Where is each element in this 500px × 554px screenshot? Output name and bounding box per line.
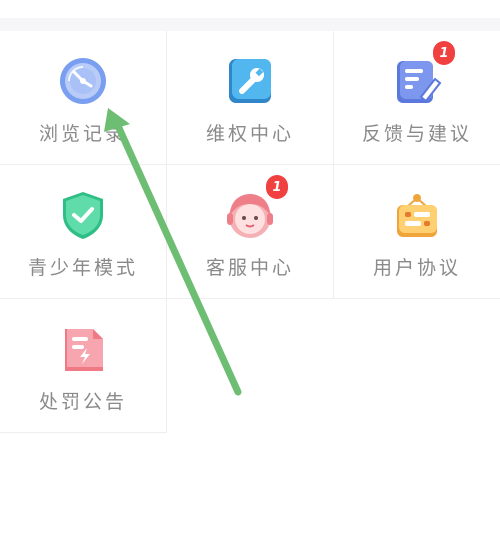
grid-item-label: 用户协议 xyxy=(372,257,461,279)
grid-item-penalty-notice[interactable]: 处罚公告 xyxy=(0,299,167,433)
grid-item-feedback[interactable]: 1 反馈与建议 xyxy=(334,31,500,165)
customer-service-icon: 1 xyxy=(224,175,288,241)
grid-item-browse-history[interactable]: 浏览记录 xyxy=(0,31,167,165)
grid-item-label: 浏览记录 xyxy=(38,123,127,145)
penalty-notice-icon xyxy=(57,323,109,375)
grid-row: 青少年模式 1 客服中心 用户协议 xyxy=(0,165,500,299)
grid-item-label: 反馈与建议 xyxy=(361,123,472,145)
agreement-sign-icon xyxy=(391,189,443,241)
grid-row: 处罚公告 xyxy=(0,299,500,433)
notification-badge: 1 xyxy=(266,175,288,199)
service-grid: 浏览记录 维权中心 1 反馈与建议 青少年模式 1 客服中心 用户协议 处罚公告 xyxy=(0,31,500,433)
grid-empty-cell xyxy=(167,299,334,433)
grid-item-label: 客服中心 xyxy=(205,257,294,279)
feedback-edit-icon: 1 xyxy=(391,41,455,107)
grid-item-label: 维权中心 xyxy=(205,123,294,145)
grid-item-rights-center[interactable]: 维权中心 xyxy=(167,31,334,165)
shield-check-icon xyxy=(57,189,109,241)
wrench-icon xyxy=(224,55,276,107)
grid-item-user-agreement[interactable]: 用户协议 xyxy=(334,165,500,299)
grid-item-label: 青少年模式 xyxy=(27,257,138,279)
history-clock-icon xyxy=(57,55,109,107)
grid-empty-cell xyxy=(334,299,500,433)
grid-row: 浏览记录 维权中心 1 反馈与建议 xyxy=(0,31,500,165)
notification-badge: 1 xyxy=(433,41,455,65)
grid-item-label: 处罚公告 xyxy=(38,391,127,413)
grid-item-teen-mode[interactable]: 青少年模式 xyxy=(0,165,167,299)
section-gap xyxy=(0,18,500,31)
grid-item-customer-service[interactable]: 1 客服中心 xyxy=(167,165,334,299)
top-band xyxy=(0,0,500,18)
